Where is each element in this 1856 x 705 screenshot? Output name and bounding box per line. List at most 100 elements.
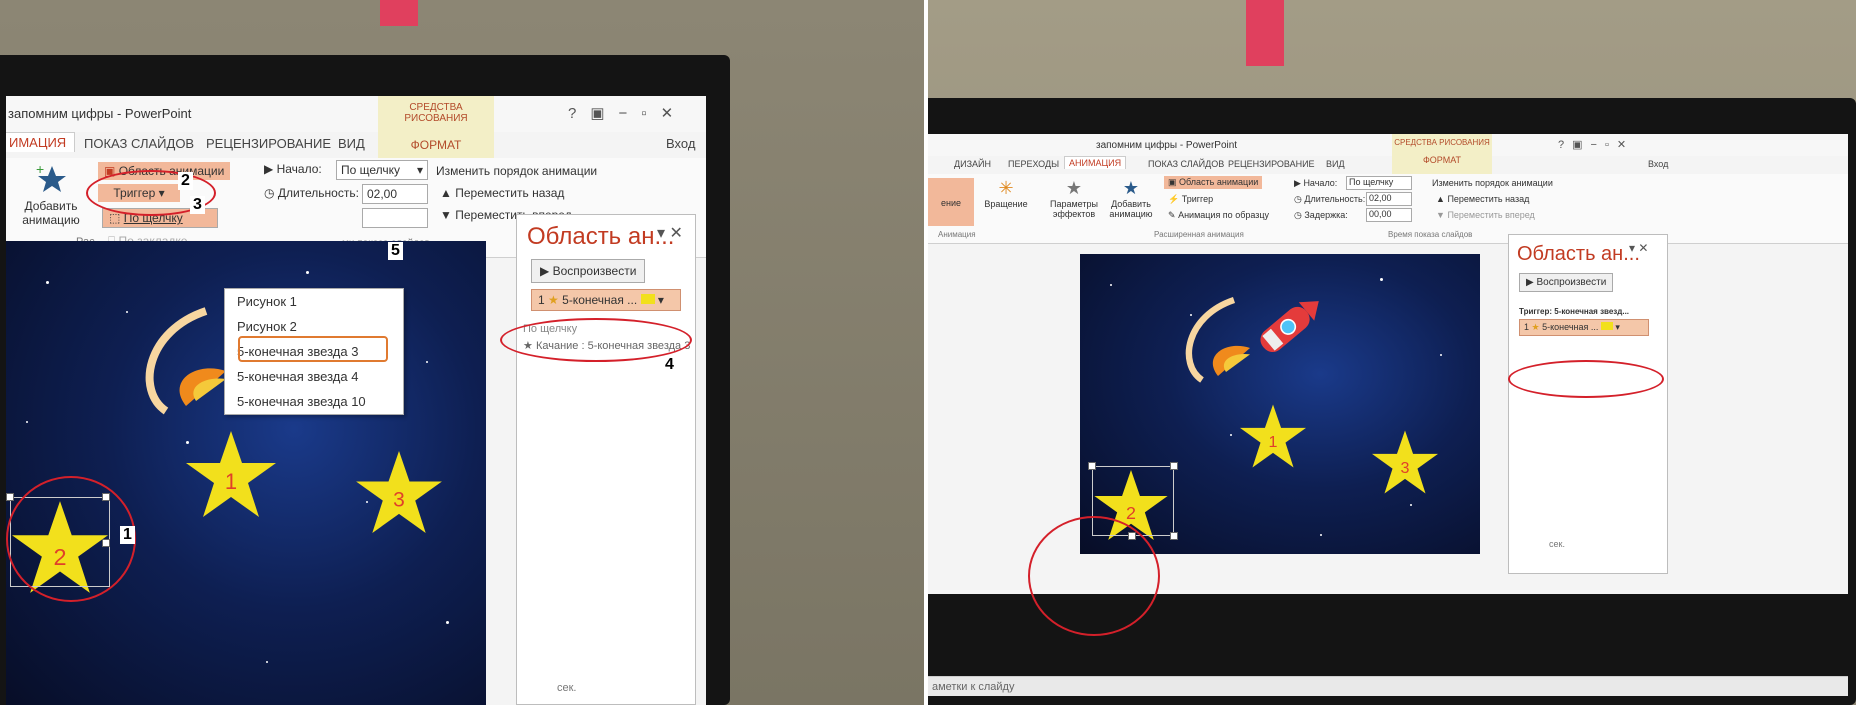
star-3[interactable]: 3 (1372, 430, 1438, 494)
duration-input[interactable]: 02,00 (362, 184, 428, 204)
star-1-number: 1 (225, 469, 237, 494)
slide-canvas[interactable]: 1 3 2 (1080, 254, 1480, 554)
close-icon[interactable]: ▾ ✕ (1629, 241, 1648, 255)
play-button[interactable]: ▶ Воспроизвести (1519, 273, 1614, 292)
tab-view[interactable]: ВИД (338, 136, 365, 151)
title-bar: запомним цифры - PowerPoint СРЕДСТВА РИС… (6, 96, 706, 158)
move-back-button[interactable]: ▲ Переместить назад (440, 186, 564, 200)
tab-animation[interactable]: ИМАЦИЯ (6, 132, 76, 152)
clock-icon: ◷ (1294, 194, 1302, 204)
move-back-label: Переместить назад (455, 186, 565, 200)
resize-handle[interactable] (1170, 532, 1178, 540)
star-dot (1410, 504, 1412, 506)
animation-painter-label: Анимация по образцу (1178, 210, 1270, 220)
star-gray-icon: ★ (1065, 178, 1083, 198)
resize-handle[interactable] (1088, 462, 1096, 470)
add-animation-button[interactable]: ★ Добавить анимацию (1106, 178, 1156, 219)
menu-item-picture-1[interactable]: Рисунок 1 (225, 289, 403, 314)
star-dot (46, 281, 49, 284)
sticky-note (380, 0, 418, 26)
tab-view[interactable]: ВИД (1326, 159, 1345, 169)
star-dot (266, 661, 268, 663)
pane-icon: ▣ (1168, 177, 1177, 187)
delay-input[interactable] (362, 208, 428, 228)
trigger-label: Триггер (1181, 194, 1214, 204)
rocket-image[interactable] (1170, 284, 1330, 388)
star-3[interactable]: 3 (356, 451, 442, 533)
marker-2: 2 (178, 172, 193, 190)
help-button[interactable]: ? (568, 105, 590, 122)
menu-item-star-10[interactable]: 5-конечная звезда 10 (225, 389, 403, 414)
animation-item[interactable]: 1 ★ 5-конечная ... ▾ (531, 289, 681, 311)
move-back-button[interactable]: ▲ Переместить назад (1436, 194, 1529, 204)
resize-handle[interactable] (1170, 462, 1178, 470)
start-select[interactable]: По щелчку ▾ (336, 160, 428, 180)
resize-handle[interactable] (6, 493, 14, 501)
window-controls[interactable]: ?▣−▫✕ (1558, 138, 1634, 151)
ribbon-tabs: ИМАЦИЯ ПОКАЗ СЛАЙДОВ РЕЦЕНЗИРОВАНИЕ ВИД … (6, 132, 706, 158)
ribbon: ение ✳ Вращение ★ Параметры эффектов ★ Доба… (928, 174, 1848, 244)
play-button[interactable]: ▶ Воспроизвести (531, 259, 646, 283)
animation-pane-title: Область ан... (527, 223, 675, 250)
brush-icon: ✎ (1168, 210, 1176, 220)
start-label: ▶ Начало: (264, 162, 322, 176)
add-animation-button[interactable]: + Добавить анимацию (16, 161, 86, 227)
duration-label: ◷ Длительность: (1294, 194, 1365, 205)
star-1[interactable]: 1 (1240, 404, 1306, 468)
star-dot (306, 271, 309, 274)
animation-painter-button[interactable]: ✎ Анимация по образцу (1168, 210, 1269, 221)
duration-input[interactable]: 02,00 (1366, 192, 1412, 206)
annotation-ring (1508, 360, 1664, 398)
ribbon-tabs: ДИЗАЙН ПЕРЕХОДЫ АНИМАЦИЯ ПОКАЗ СЛАЙДОВ Р… (928, 156, 1848, 174)
play-label: Воспроизвести (1536, 277, 1607, 288)
star-3-number: 3 (393, 488, 405, 511)
animation-pane: Область ан... ▾ ✕ ▶ Воспроизвести 1 ★ 5-… (516, 214, 696, 705)
start-select[interactable]: По щелчку (1346, 176, 1412, 190)
tab-transitions[interactable]: ПЕРЕХОДЫ (1008, 159, 1059, 169)
tab-animation[interactable]: АНИМАЦИЯ (1064, 156, 1127, 169)
star-dot (1110, 284, 1112, 286)
star-dot (1440, 354, 1442, 356)
effect-params-button[interactable]: ★ Параметры эффектов (1048, 178, 1100, 219)
star-3-number: 3 (1401, 459, 1410, 477)
duration-label: ◷ Длительность: (264, 186, 359, 200)
help-button[interactable]: ? (1558, 139, 1572, 151)
duration-value: 02,00 (367, 187, 398, 201)
effect-label: ение (940, 198, 961, 208)
tab-design[interactable]: ДИЗАЙН (954, 159, 991, 169)
group-advanced-label: Расширенная анимация (1154, 230, 1244, 239)
marker-1: 1 (120, 526, 135, 544)
rotation-icon: ✳ (998, 178, 1014, 198)
effect-button-partial[interactable]: ение (928, 178, 974, 226)
star-plus-icon: + (36, 161, 66, 192)
star-1[interactable]: 1 (186, 431, 276, 517)
delay-input[interactable]: 00,00 (1366, 208, 1412, 222)
sign-in[interactable]: Вход (1648, 159, 1668, 169)
marker-4: 4 (662, 356, 677, 374)
trigger-button[interactable]: ⚡ Триггер (1168, 194, 1213, 205)
animation-pane-title: Область ан... (1517, 243, 1640, 265)
group-animation-label: Анимация (938, 230, 976, 239)
tab-review[interactable]: РЕЦЕНЗИРОВАНИЕ (206, 136, 331, 151)
tab-slideshow[interactable]: ПОКАЗ СЛАЙДОВ (84, 136, 194, 151)
menu-item-star-4[interactable]: 5-конечная звезда 4 (225, 364, 403, 389)
tab-review[interactable]: РЕЦЕНЗИРОВАНИЕ (1228, 159, 1315, 169)
animation-pane-button[interactable]: ▣ Область анимации (1164, 176, 1263, 189)
rotation-effect-button[interactable]: ✳ Вращение (980, 178, 1032, 209)
window-controls[interactable]: ?▣−▫✕ (568, 104, 687, 122)
animation-item[interactable]: 1 ★ 5-конечная ... ▾ (1519, 319, 1649, 336)
close-icon[interactable]: ▾ ✕ (657, 223, 683, 243)
timing-bar (640, 294, 655, 304)
duration-label-text: Длительность: (277, 186, 359, 200)
window-title: запомним цифры - PowerPoint (1096, 140, 1238, 151)
seconds-label: сек. (1549, 539, 1565, 549)
notes-label[interactable]: аметки к слайду (932, 681, 1014, 693)
tab-slideshow[interactable]: ПОКАЗ СЛАЙДОВ (1148, 159, 1224, 169)
play-label: Воспроизвести (552, 264, 637, 278)
svg-text:+: + (36, 162, 44, 177)
sign-in[interactable]: Вход (666, 136, 695, 151)
duration-value: 02,00 (1369, 193, 1392, 203)
move-forward-button[interactable]: ▼ Переместить вперед (1436, 210, 1535, 220)
sticky-note (1246, 0, 1284, 66)
trigger-header: Триггер: 5-конечная звезд... (1519, 307, 1630, 316)
